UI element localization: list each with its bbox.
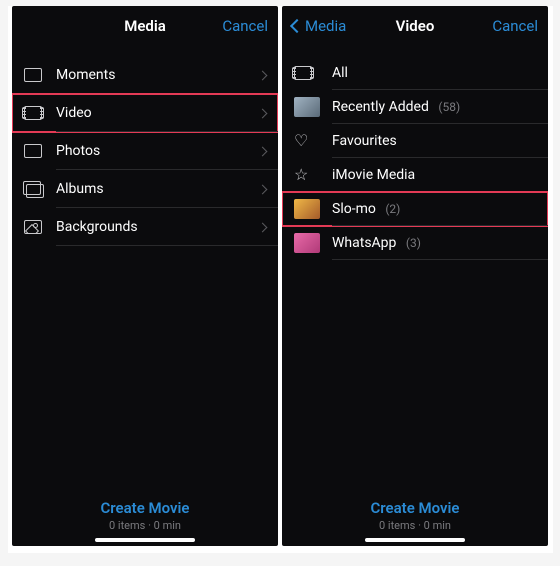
create-movie-button[interactable]: Create Movie xyxy=(282,499,548,517)
row-imovie-media[interactable]: ☆ iMovie Media xyxy=(282,158,548,192)
chevron-right-icon xyxy=(258,70,268,80)
backgrounds-icon xyxy=(24,220,52,234)
row-label: Albums xyxy=(52,181,259,197)
nav-title: Media xyxy=(92,17,198,35)
moments-icon xyxy=(24,68,52,82)
albums-icon xyxy=(24,182,52,196)
row-label: iMovie Media xyxy=(328,167,536,183)
row-video[interactable]: Video xyxy=(12,94,278,132)
row-label: Moments xyxy=(52,67,259,83)
video-albums-list: All Recently Added (58) ♡ Favourites ☆ i… xyxy=(282,56,548,260)
footer: Create Movie 0 items · 0 min xyxy=(282,499,548,532)
cancel-button[interactable]: Cancel xyxy=(198,17,268,35)
row-albums[interactable]: Albums xyxy=(12,170,278,208)
row-recently-added[interactable]: Recently Added (58) xyxy=(282,90,548,124)
star-icon: ☆ xyxy=(294,167,328,183)
chevron-right-icon xyxy=(258,108,268,118)
thumbnail xyxy=(294,233,328,253)
heart-icon: ♡ xyxy=(294,133,328,149)
row-count: (2) xyxy=(385,202,400,216)
row-all[interactable]: All xyxy=(282,56,548,90)
row-backgrounds[interactable]: Backgrounds xyxy=(12,208,278,246)
screen-video: Media Video Cancel All Recently Added (5… xyxy=(282,6,548,546)
home-indicator[interactable] xyxy=(365,538,465,542)
row-count: (58) xyxy=(438,100,460,114)
row-moments[interactable]: Moments xyxy=(12,56,278,94)
chevron-right-icon xyxy=(258,184,268,194)
back-label: Media xyxy=(305,17,346,35)
chevron-right-icon xyxy=(258,146,268,156)
row-count: (3) xyxy=(406,236,421,250)
footer: Create Movie 0 items · 0 min xyxy=(12,499,278,532)
navbar: Media Video Cancel xyxy=(282,6,548,46)
media-categories-list: Moments Video Photos Albums Backgrou xyxy=(12,56,278,246)
thumbnail xyxy=(294,199,328,219)
create-movie-button[interactable]: Create Movie xyxy=(12,499,278,517)
footer-meta: 0 items · 0 min xyxy=(282,519,548,532)
navbar: Media Cancel xyxy=(12,6,278,46)
chevron-left-icon xyxy=(290,19,304,33)
row-label: Photos xyxy=(52,143,259,159)
video-icon xyxy=(24,106,52,120)
row-label: Favourites xyxy=(328,133,536,149)
cancel-button[interactable]: Cancel xyxy=(468,17,538,35)
row-favourites[interactable]: ♡ Favourites xyxy=(282,124,548,158)
film-icon xyxy=(294,66,328,80)
row-label: All xyxy=(328,65,536,81)
row-label: Recently Added (58) xyxy=(328,99,536,115)
footer-meta: 0 items · 0 min xyxy=(12,519,278,532)
row-slo-mo[interactable]: Slo-mo (2) xyxy=(282,192,548,226)
photos-icon xyxy=(24,144,52,158)
home-indicator[interactable] xyxy=(95,538,195,542)
row-photos[interactable]: Photos xyxy=(12,132,278,170)
screen-media: Media Cancel Moments Video Photos A xyxy=(12,6,278,546)
chevron-right-icon xyxy=(258,222,268,232)
nav-title: Video xyxy=(362,17,468,35)
back-button[interactable]: Media xyxy=(292,17,362,35)
row-whatsapp[interactable]: WhatsApp (3) xyxy=(282,226,548,260)
row-label: Video xyxy=(52,105,259,121)
row-label: WhatsApp (3) xyxy=(328,235,536,251)
row-label: Slo-mo (2) xyxy=(328,201,536,217)
row-label: Backgrounds xyxy=(52,219,259,235)
thumbnail xyxy=(294,97,328,117)
